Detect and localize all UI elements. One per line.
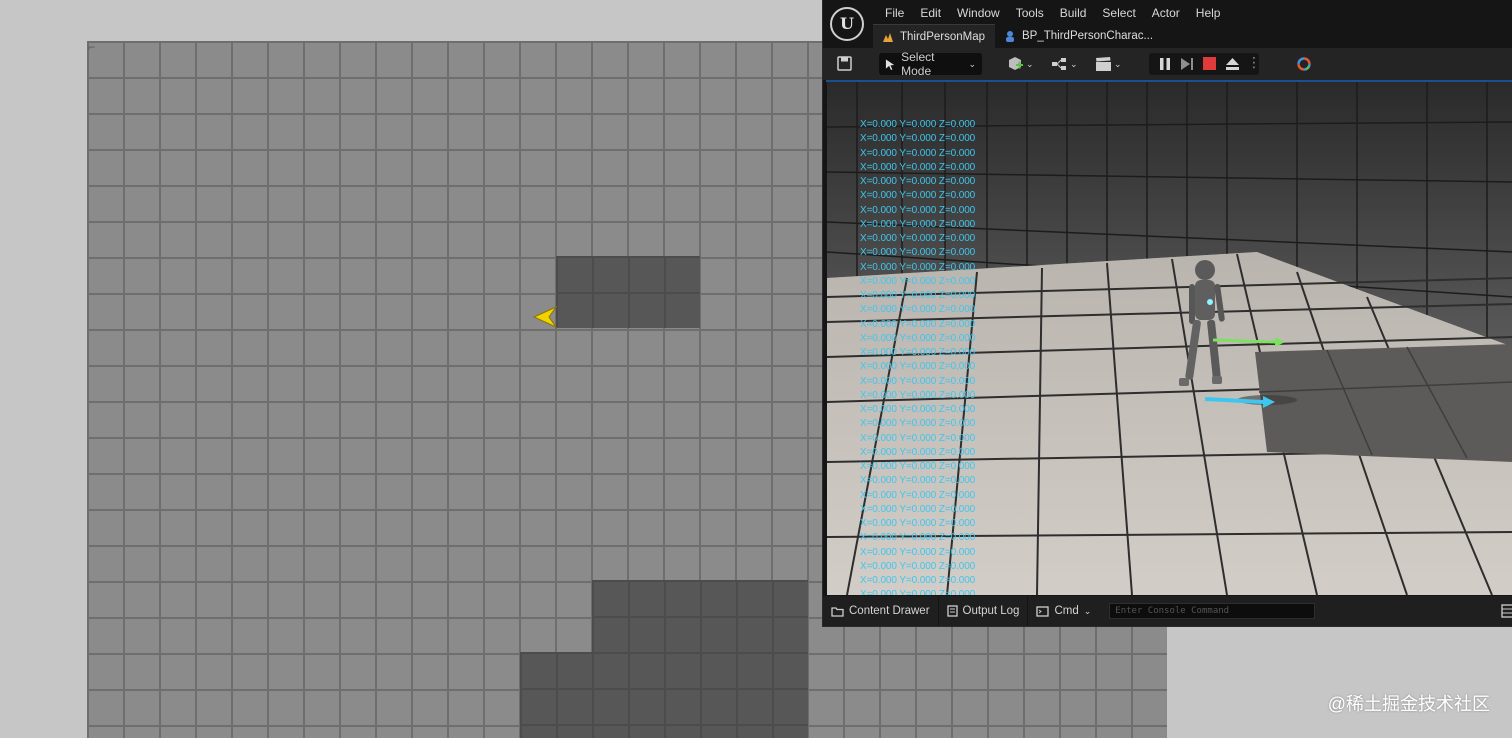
coordinate-line: X=0.000 Y=0.000 Z=0.000 (860, 275, 976, 287)
select-mode-label: Select Mode (901, 50, 935, 78)
coordinate-line: X=0.000 Y=0.000 Z=0.000 (860, 361, 976, 373)
watermark: @稀土掘金技术社区 (1327, 694, 1490, 714)
cinematics-button[interactable]: ⌄ (1095, 53, 1122, 75)
coordinate-line: X=0.000 Y=0.000 Z=0.000 (860, 575, 976, 586)
document-tabs: ThirdPersonMap BP_ThirdPersonCharac... (873, 24, 1163, 49)
status-bar: Content Drawer Output Log Cmd ⌄ (823, 596, 1512, 626)
add-cube-icon (1009, 57, 1023, 70)
coordinate-line: X=0.000 Y=0.000 Z=0.000 (860, 347, 976, 358)
debug-coordinate-readout: X=0.000 Y=0.000 Z=0.000 X=0.000 Y=0.000 Z… (860, 118, 975, 595)
minimap-obstacle (592, 580, 808, 738)
coordinate-line: X=0.000 Y=0.000 Z=0.000 (860, 218, 976, 230)
play-controls: ⋮ (1149, 53, 1261, 75)
coordinate-line: X=0.000 Y=0.000 Z=0.000 (860, 546, 976, 558)
cmd-label: Cmd (1054, 605, 1079, 617)
tab-label: ThirdPersonMap (900, 31, 986, 43)
coordinate-line: X=0.000 Y=0.000 Z=0.000 (860, 446, 976, 458)
menu-help[interactable]: Help (1188, 4, 1229, 22)
chevron-down-icon: ⌄ (1083, 605, 1092, 616)
pause-icon[interactable] (1159, 57, 1171, 71)
menu-file[interactable]: File (877, 4, 912, 22)
blueprint-nodes-icon (1052, 58, 1066, 70)
unreal-logo-icon[interactable]: U (830, 7, 864, 41)
chevron-down-icon: ⌄ (1114, 58, 1122, 69)
menu-select[interactable]: Select (1094, 4, 1143, 22)
clapperboard-icon (1096, 56, 1111, 71)
minimap-obstacle (556, 256, 700, 328)
coordinate-line: X=0.000 Y=0.000 Z=0.000 (860, 161, 976, 173)
save-icon[interactable] (837, 56, 852, 71)
coordinate-line: X=0.000 Y=0.000 Z=0.000 (860, 304, 976, 316)
coordinate-line: X=0.000 Y=0.000 Z=0.000 (860, 190, 976, 202)
coordinate-line: X=0.000 Y=0.000 Z=0.000 (860, 489, 976, 501)
coordinate-line: X=0.000 Y=0.000 Z=0.000 (860, 119, 976, 130)
unreal-editor-window: U File Edit Window Tools Build Select Ac… (822, 0, 1512, 627)
output-log-button[interactable]: Output Log (939, 596, 1029, 626)
blueprint-menu-button[interactable]: ⌄ (1051, 53, 1078, 75)
coordinate-line: X=0.000 Y=0.000 Z=0.000 (860, 375, 976, 387)
coordinate-line: X=0.000 Y=0.000 Z=0.000 (860, 318, 976, 330)
console-command-input[interactable] (1109, 603, 1316, 619)
coordinate-line: X=0.000 Y=0.000 Z=0.000 (860, 461, 976, 472)
minimap-obstacle (520, 652, 592, 738)
coordinate-line: X=0.000 Y=0.000 Z=0.000 (860, 290, 976, 301)
terminal-icon (1036, 605, 1050, 617)
chevron-down-icon: ⌄ (1026, 58, 1034, 69)
chevron-down-icon: ⌄ (1070, 58, 1078, 69)
eject-icon[interactable] (1225, 57, 1240, 71)
coordinate-line: X=0.000 Y=0.000 Z=0.000 (860, 432, 976, 444)
menu-window[interactable]: Window (949, 4, 1008, 22)
menu-build[interactable]: Build (1052, 4, 1095, 22)
level-viewport[interactable]: X=0.000 Y=0.000 Z=0.000 X=0.000 Y=0.000 Z… (827, 82, 1512, 595)
coordinate-line: X=0.000 Y=0.000 Z=0.000 (860, 204, 976, 216)
title-bar: U File Edit Window Tools Build Select Ac… (823, 0, 1512, 49)
chevron-down-icon: ⌄ (968, 58, 976, 69)
tab-bp-thirdpersoncharacter[interactable]: BP_ThirdPersonCharac... (995, 24, 1163, 48)
more-options-icon[interactable]: ⋮ (1247, 54, 1261, 71)
menu-bar: File Edit Window Tools Build Select Acto… (877, 4, 1228, 22)
add-actor-button[interactable]: ⌄ (1007, 53, 1034, 75)
cursor-icon (885, 58, 895, 70)
coordinate-line: X=0.000 Y=0.000 Z=0.000 (860, 176, 976, 187)
menu-actor[interactable]: Actor (1144, 4, 1188, 22)
coordinate-line: X=0.000 Y=0.000 Z=0.000 (860, 475, 976, 487)
select-mode-dropdown[interactable]: Select Mode ⌄ (879, 50, 982, 78)
coordinate-line: X=0.000 Y=0.000 Z=0.000 (860, 503, 976, 515)
coordinate-line: X=0.000 Y=0.000 Z=0.000 (860, 247, 976, 259)
player-location-arrow-icon (532, 305, 558, 329)
stop-icon-fill (1203, 57, 1216, 70)
frame-skip-icon[interactable] (1180, 57, 1194, 71)
cmd-dropdown[interactable]: Cmd ⌄ (1028, 596, 1099, 626)
content-drawer-button[interactable]: Content Drawer (823, 596, 939, 626)
coordinate-line: X=0.000 Y=0.000 Z=0.000 (860, 418, 976, 430)
coordinate-line: X=0.000 Y=0.000 Z=0.000 (860, 261, 976, 273)
coordinate-line: X=0.000 Y=0.000 Z=0.000 (860, 532, 976, 544)
coordinate-line: X=0.000 Y=0.000 Z=0.000 (860, 589, 976, 595)
log-icon (946, 605, 958, 617)
level-map-icon (883, 33, 893, 42)
gizmo-y-arrow[interactable] (1212, 338, 1276, 344)
coordinate-line: X=0.000 Y=0.000 Z=0.000 (860, 147, 976, 159)
tab-thirdpersonmap[interactable]: ThirdPersonMap (873, 24, 996, 49)
coordinate-line: X=0.000 Y=0.000 Z=0.000 (860, 332, 976, 344)
platforms-icon[interactable] (1297, 57, 1311, 71)
minimap-corner-mark: ⌐ (88, 40, 96, 54)
menu-edit[interactable]: Edit (912, 4, 949, 22)
panel-layout-icon[interactable] (1501, 604, 1512, 618)
content-drawer-label: Content Drawer (849, 605, 930, 617)
stop-icon[interactable] (1203, 57, 1216, 70)
coordinate-line: X=0.000 Y=0.000 Z=0.000 (860, 389, 976, 401)
level-toolbar: Select Mode ⌄ ⌄ ⌄ ⌄ ⋮ (823, 48, 1512, 80)
blueprint-icon (1006, 30, 1015, 42)
coordinate-line: X=0.000 Y=0.000 Z=0.000 (860, 518, 976, 529)
coordinate-line: X=0.000 Y=0.000 Z=0.000 (860, 560, 976, 572)
folder-icon (831, 606, 844, 617)
coordinate-line: X=0.000 Y=0.000 Z=0.000 (860, 133, 976, 145)
menu-tools[interactable]: Tools (1008, 4, 1052, 22)
tab-label: BP_ThirdPersonCharac... (1022, 30, 1154, 42)
coordinate-line: X=0.000 Y=0.000 Z=0.000 (860, 404, 976, 415)
coordinate-line: X=0.000 Y=0.000 Z=0.000 (860, 233, 976, 244)
output-log-label: Output Log (962, 605, 1020, 617)
